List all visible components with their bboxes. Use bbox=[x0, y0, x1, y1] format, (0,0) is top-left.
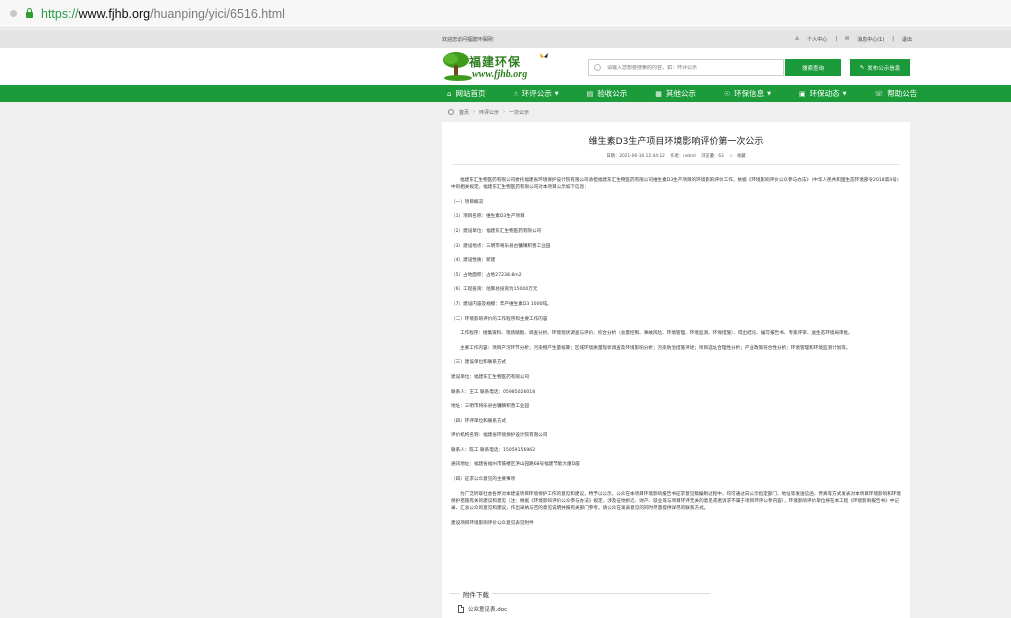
search-box bbox=[588, 59, 784, 76]
nav-item-label: 环评公示 bbox=[521, 89, 552, 98]
nav-icon: ☝ bbox=[513, 89, 518, 98]
favorite-icon[interactable]: ☆ bbox=[729, 154, 733, 159]
lock-icon bbox=[26, 8, 33, 18]
attachment-file-name[interactable]: 公众意见表.doc bbox=[468, 605, 507, 613]
nav-item-label: 网站首页 bbox=[455, 89, 486, 98]
chevron-down-icon: ▼ bbox=[767, 90, 771, 97]
logo-chinese-text: 福建环保 bbox=[469, 55, 522, 69]
nav-item-2[interactable]: ▤ 验收公示 bbox=[587, 88, 628, 99]
breadcrumb-current[interactable]: 一次公示 bbox=[509, 109, 529, 116]
user-icon: ♙ bbox=[794, 36, 800, 42]
breadcrumb-category[interactable]: 环评公示 bbox=[479, 109, 499, 116]
publish-button[interactable]: ✎ 发布公示信息 bbox=[850, 59, 910, 76]
nav-icon: ▦ bbox=[655, 89, 662, 98]
divider bbox=[452, 164, 900, 165]
article-paragraph: 联系人：陈工 联系电话：15059156962 bbox=[451, 447, 536, 453]
nav-icon: ☉ bbox=[723, 89, 731, 98]
logout-link[interactable]: 退出 bbox=[902, 36, 912, 43]
article-paragraph: 主要工作内容：项目产污环节分析；污染物产生量核算；区域环境质量现状调查及环境影响… bbox=[460, 345, 851, 351]
butterfly-icon bbox=[540, 53, 548, 58]
article-paragraph: 评价机构名称：福建省环境保护设计院有限公司 bbox=[451, 433, 548, 439]
article-card: 维生素D3生产项目环境影响评价第一次公示 日期：2021-06-16 12:44… bbox=[442, 122, 910, 618]
logo-english-text: www.fjhb.org bbox=[472, 69, 528, 80]
breadcrumb-home[interactable]: 首页 bbox=[459, 109, 469, 116]
nav-item-6[interactable]: ☏ 帮助公告 bbox=[874, 88, 917, 99]
article-meta: 日期：2021-06-16 12:44:12 作者：netrel 浏览量：63 … bbox=[442, 153, 910, 159]
favorite-link[interactable]: 收藏 bbox=[737, 154, 746, 159]
article-paragraph: （三）建设单位和联系方式 bbox=[451, 360, 507, 366]
article-paragraph: （1）项目名称：维生素D3生产项目 bbox=[451, 214, 525, 220]
article-paragraph: （四）环评单位和联系方式 bbox=[451, 418, 507, 424]
search-input[interactable] bbox=[607, 64, 777, 71]
article-paragraph: （一）项目概况 bbox=[451, 199, 484, 205]
article-paragraph: （四）征求公众意见的主要事项 bbox=[451, 477, 516, 483]
article-paragraph: 工作程序：搜集资料、现场踏勘、调查分析、环境现状调查与评价、综合分析（总量控制、… bbox=[460, 331, 853, 337]
breadcrumb: 首页 › 环评公示 › 一次公示 bbox=[442, 104, 910, 120]
personal-center-link[interactable]: 个人中心 bbox=[807, 36, 827, 43]
article-paragraph: 联系人：王工 联系电话：05985026018 bbox=[451, 389, 536, 395]
article-paragraph: （7）建设内容及规模：年产维生素D3 1000吨。 bbox=[451, 301, 552, 307]
chevron-down-icon: ▼ bbox=[554, 90, 559, 97]
main-nav: ⌂ 网站首页 ☝ 环评公示 ▼ ▤ 验收公示 ▦ 其他公示 ☉ 环保信息 ▼ ▣ 环保动态 ▼ ☏ 帮助公告 bbox=[0, 85, 1011, 102]
nav-item-3[interactable]: ▦ 其他公示 bbox=[655, 88, 696, 99]
chevron-right-icon: › bbox=[503, 109, 506, 115]
pen-icon: ✎ bbox=[859, 64, 865, 71]
nav-icon: ☏ bbox=[874, 89, 884, 98]
article-paragraph: 地址：三明市将乐县古镛镇积善工业园 bbox=[451, 404, 530, 410]
article-paragraph: （二）环境影响评价的工作程序和主要工作内容 bbox=[451, 316, 548, 322]
nav-item-label: 验收公示 bbox=[597, 89, 628, 98]
search-button[interactable]: 搜索查询 bbox=[785, 59, 841, 76]
chevron-right-icon: › bbox=[473, 109, 476, 115]
nav-item-label: 其他公示 bbox=[665, 89, 696, 98]
article-paragraph: 福建东汇生物医药有限公司委托福建省环境保护设计院有限公司承担福建东汇生物医药有限… bbox=[451, 178, 902, 191]
document-icon bbox=[458, 605, 464, 613]
welcome-text: 欢迎您访问福建环保网! bbox=[442, 36, 495, 43]
site-topbar: 欢迎您访问福建环保网! ♙ 个人中心 | ✉ 消息中心(1) | 退出 bbox=[0, 30, 1011, 48]
nav-item-0[interactable]: ⌂ 网站首页 bbox=[447, 88, 485, 99]
page-info-icon[interactable] bbox=[10, 10, 17, 17]
nav-item-label: 环保动态 bbox=[809, 89, 840, 98]
article-paragraph: 为广泛听取社会各界对本建设项目环境保护工作的意见和建议，特予以公示。公众在本项目… bbox=[451, 491, 902, 512]
article-author: 作者：netrel bbox=[670, 154, 696, 159]
nav-icon: ▣ bbox=[798, 89, 806, 98]
attachment-legend: 附件下载 bbox=[460, 589, 492, 599]
nav-icon: ⌂ bbox=[447, 89, 452, 98]
article-paragraph: 建设单位：福建东汇生物医药有限公司 bbox=[451, 374, 530, 380]
article-paragraph: （5）占地面积：占地27238.8m2 bbox=[451, 272, 522, 278]
location-icon bbox=[448, 109, 454, 115]
article-views: 浏览量：63 bbox=[701, 154, 724, 159]
nav-item-4[interactable]: ☉ 环保信息 ▼ bbox=[724, 88, 771, 99]
nav-item-label: 环保信息 bbox=[734, 89, 765, 98]
nav-icon: ▤ bbox=[586, 89, 594, 98]
article-paragraph: （4）建设性质：新建 bbox=[451, 258, 496, 264]
article-paragraph: （6）工程投资：估算总投资为15000万元 bbox=[451, 287, 538, 293]
nav-item-label: 帮助公告 bbox=[887, 89, 918, 98]
article-title: 维生素D3生产项目环境影响评价第一次公示 bbox=[588, 137, 764, 147]
browser-address-bar[interactable]: https://www.fjhb.org/huanping/yici/6516.… bbox=[0, 0, 1011, 28]
chevron-down-icon: ▼ bbox=[842, 90, 847, 97]
message-center-link[interactable]: 消息中心(1) bbox=[857, 36, 884, 43]
article-paragraph: （2）建设单位：福建东汇生物医药有限公司 bbox=[451, 228, 542, 234]
site-header: 福建环保 www.fjhb.org 搜索查询 ✎发布公示信息 bbox=[0, 48, 1011, 85]
message-icon: ✉ bbox=[845, 36, 850, 42]
article-paragraph: （3）建设地点：三明市将乐县古镛镇积善工业园 bbox=[451, 243, 551, 249]
article-paragraph: 通讯地址：福建省福州市鼓楼区洪山园路68号福建节能大厦D座 bbox=[451, 462, 580, 468]
article-date: 日期：2021-06-16 12:44:12 bbox=[606, 154, 665, 159]
site-logo[interactable]: 福建环保 www.fjhb.org bbox=[443, 50, 555, 84]
attachment-section: 附件下载 公众意见表.doc bbox=[450, 589, 710, 618]
nav-item-1[interactable]: ☝ 环评公示 ▼ bbox=[513, 88, 558, 99]
article-paragraph: 建设项目环境影响评价公众意见表见附件 bbox=[451, 520, 534, 526]
article-body: 福建东汇生物医药有限公司委托福建省环境保护设计院有限公司承担福建东汇生物医药有限… bbox=[451, 177, 903, 534]
search-icon bbox=[594, 64, 601, 71]
nav-item-5[interactable]: ▣ 环保动态 ▼ bbox=[799, 88, 846, 99]
attachment-file-link[interactable]: 公众意见表.doc bbox=[458, 605, 507, 613]
url-text[interactable]: https://www.fjhb.org/huanping/yici/6516.… bbox=[41, 7, 285, 21]
